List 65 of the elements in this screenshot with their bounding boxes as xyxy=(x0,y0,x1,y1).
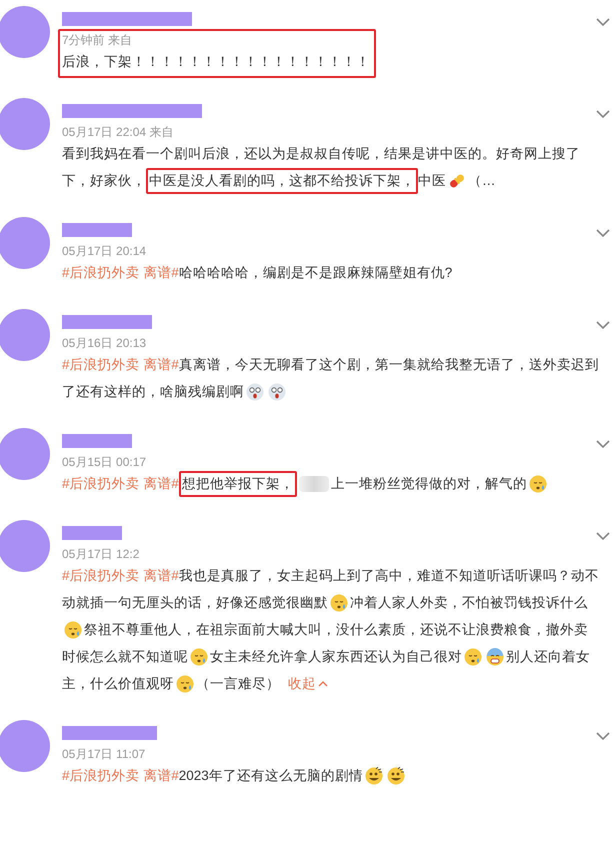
comment-text: 我也是真服了，女主起码上到了高中，难道不知道听话听课吗？动不 xyxy=(178,567,599,585)
hashtag-link[interactable]: #后浪扔外卖 离谱# xyxy=(62,351,179,378)
comment-text: 真离谱，今天无聊看了这个剧，第一集就给我整无语了，送外卖迟到 xyxy=(178,356,599,374)
comment-text: 上一堆粉丝觉得做的对，解气的 xyxy=(330,475,527,493)
sweat-face-icon xyxy=(176,674,194,692)
hashtag-link[interactable]: #后浪扔外卖 离谱# xyxy=(62,562,179,589)
sweat-face-icon xyxy=(528,474,547,492)
highlighted-text: 中医是没人看剧的吗，这都不给投诉下架， xyxy=(146,168,418,194)
comment-text: （一言难尽） xyxy=(196,675,280,693)
comment-text: 冲着人家人外卖，不怕被罚钱投诉什么 xyxy=(350,594,588,612)
comment-meta: 05月17日 11:07 xyxy=(62,746,146,762)
chevron-down-icon[interactable] xyxy=(596,229,610,238)
comment-text: 时候怎么就不知道呢 xyxy=(62,648,188,666)
comment-text: 看到我妈在看一个剧叫后浪，还以为是叔叔自传呢，结果是讲中医的。好奇网上搜了 xyxy=(62,145,580,163)
sweat-face-icon xyxy=(190,648,208,666)
chevron-down-icon[interactable] xyxy=(596,732,610,741)
comment-text: 祭祖不尊重他人，在祖宗面前大喊大叫，没什么素质，还说不让浪费粮食，撤外卖 xyxy=(84,621,588,639)
highlighted-text: 想把他举报下架， xyxy=(178,470,297,496)
hashtag-link[interactable]: #后浪扔外卖 离谱# xyxy=(62,762,179,789)
chevron-down-icon[interactable] xyxy=(596,440,610,449)
sweat-face-icon xyxy=(464,648,482,666)
name-redaction xyxy=(62,526,122,540)
comment-meta: 05月15日 00:17 xyxy=(62,454,148,470)
avatar[interactable] xyxy=(0,98,50,150)
name-redaction xyxy=(62,223,132,237)
comment-text: 后浪，下架！！！！！！！！！！！！！！！！！ xyxy=(62,53,370,71)
hashtag-link[interactable]: #后浪扔外卖 离谱# xyxy=(62,259,179,286)
pill-icon xyxy=(448,172,466,190)
comment-text: 2023年了还有这么无脑的剧情 xyxy=(178,767,363,785)
comment-text: 女主未经允许拿人家东西还认为自己很对 xyxy=(210,648,462,666)
blur-redaction xyxy=(298,476,329,492)
avatar[interactable] xyxy=(0,520,50,572)
comment-text: 中医 xyxy=(418,172,446,190)
comment-meta: 05月17日 12:2 xyxy=(62,546,140,562)
collapse-link[interactable]: 收起 xyxy=(288,670,328,697)
shocked-face-icon xyxy=(246,382,264,400)
avatar[interactable] xyxy=(0,309,50,361)
caret-up-icon[interactable] xyxy=(318,680,328,687)
comment-meta: 05月17日 20:14 xyxy=(62,243,148,259)
avatar[interactable] xyxy=(0,6,50,58)
shocked-face-icon xyxy=(268,382,286,400)
name-redaction xyxy=(62,434,132,448)
comment-text: 主，什么价值观呀 xyxy=(62,675,174,693)
grin-face-icon xyxy=(364,766,383,784)
chevron-down-icon[interactable] xyxy=(596,532,610,541)
comment-text: （… xyxy=(468,172,496,190)
comment-text: 了还有这样的，啥脑残编剧啊 xyxy=(62,383,244,401)
comment-text: 哈哈哈哈哈，编剧是不是跟麻辣隔壁姐有仇? xyxy=(178,264,452,282)
hashtag-link[interactable]: #后浪扔外卖 离谱# xyxy=(62,470,179,497)
crying-face-icon xyxy=(486,648,504,666)
comment-meta: 05月16日 20:13 xyxy=(62,335,148,351)
sweat-face-icon xyxy=(64,620,82,638)
comment-meta: 7分钟前 来自 xyxy=(62,32,134,48)
chevron-down-icon[interactable] xyxy=(596,18,610,27)
comment-text: 下，好家伙， xyxy=(62,172,146,190)
sweat-face-icon xyxy=(330,594,348,612)
avatar[interactable] xyxy=(0,217,50,269)
avatar[interactable] xyxy=(0,720,50,772)
chevron-down-icon[interactable] xyxy=(596,321,610,330)
avatar[interactable] xyxy=(0,428,50,480)
grin-face-icon xyxy=(386,766,405,784)
comment-text: 动就插一句无厘头的话，好像还感觉很幽默 xyxy=(62,594,328,612)
chevron-down-icon[interactable] xyxy=(596,110,610,119)
comment-text: 别人还向着女 xyxy=(506,648,590,666)
comment-meta: 05月17日 22:04 来自 xyxy=(62,124,174,140)
